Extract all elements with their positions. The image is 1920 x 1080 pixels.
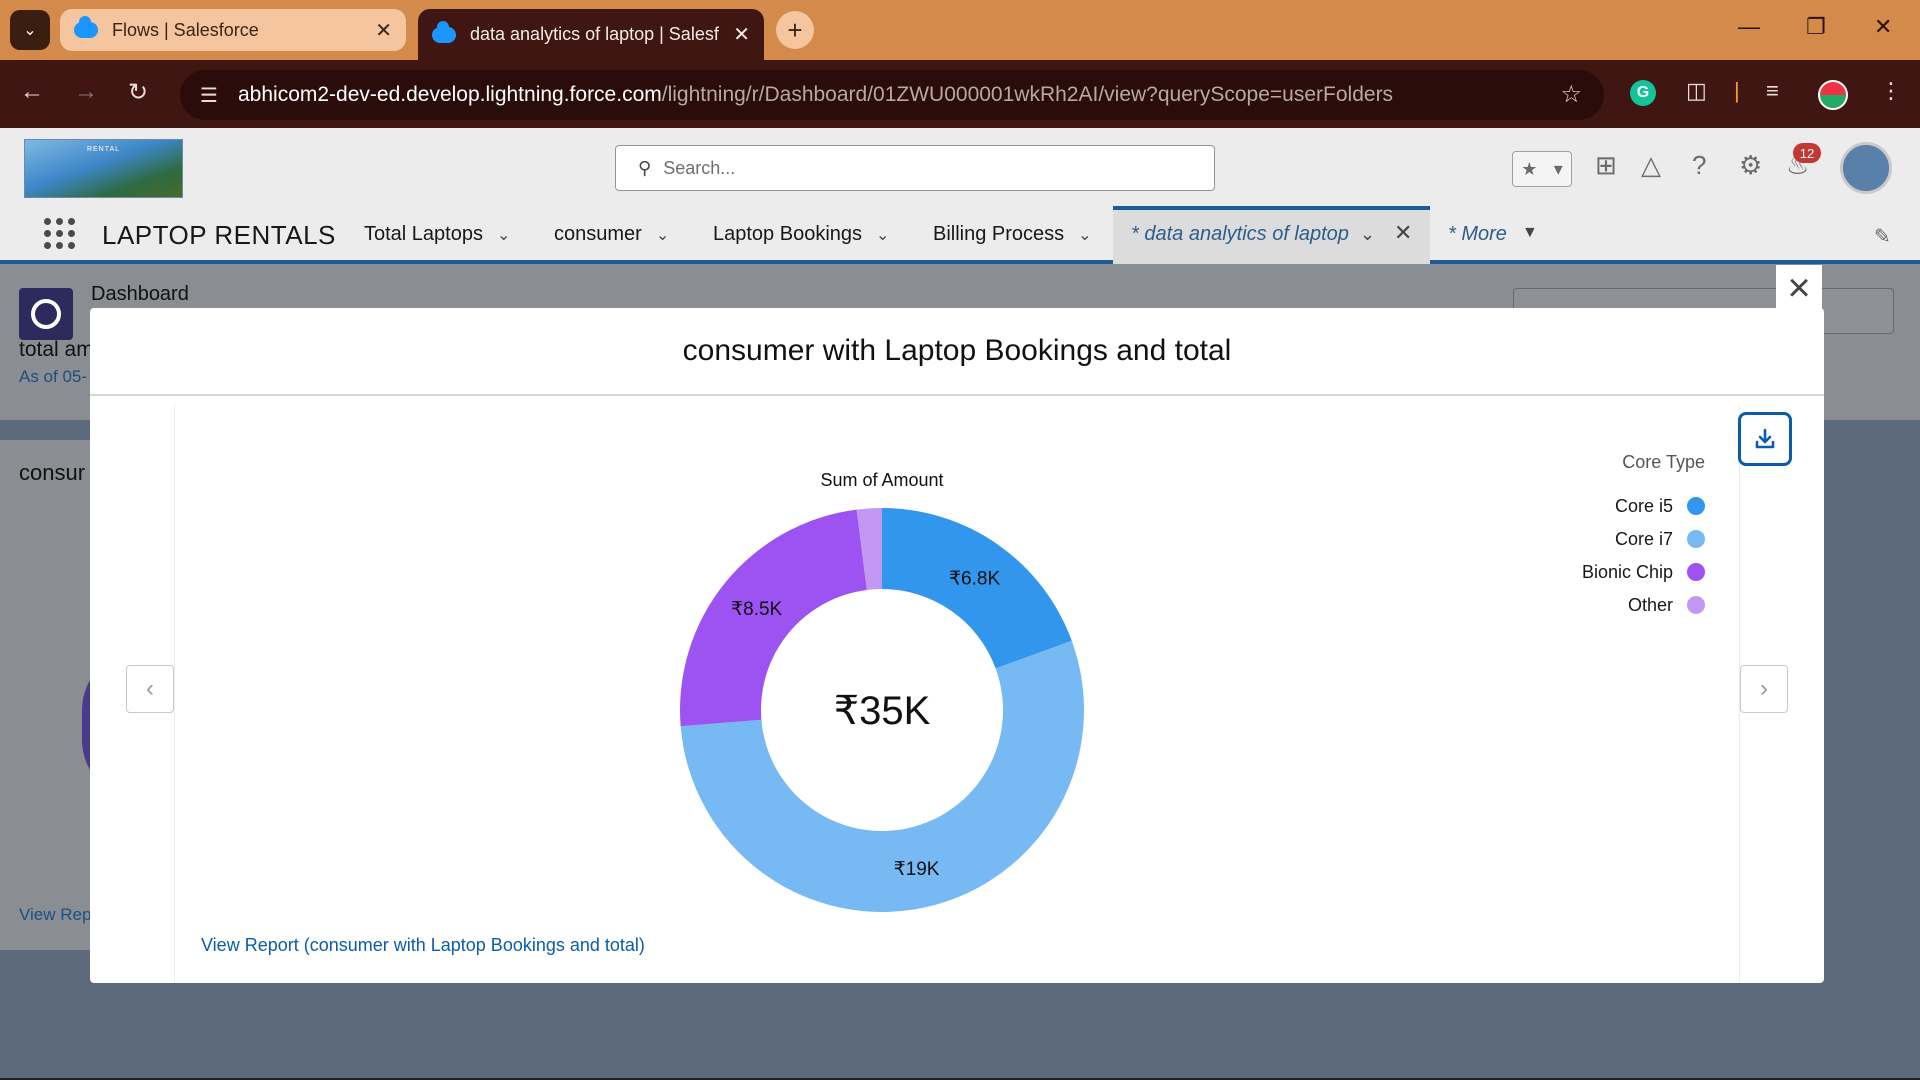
nav-item-billing-process[interactable]: Billing Process ⌄ [933,223,1092,246]
toolbar-divider: | [1734,78,1740,103]
reload-icon[interactable]: ↻ [128,78,148,107]
slice-data-label: ₹19K [894,859,940,880]
salesforce-cloud-icon [432,20,456,43]
legend-swatch [1687,530,1705,548]
dashboard-title: total am [19,338,94,361]
app-launcher-icon[interactable] [44,218,75,249]
close-tab-icon[interactable]: ✕ [375,18,392,43]
expanded-chart-modal: consumer with Laptop Bookings and total … [90,308,1824,983]
chevron-down-icon[interactable]: ⌄ [1360,224,1375,245]
browser-menu-icon[interactable]: ⋮ [1880,78,1902,104]
nav-item-laptop-bookings[interactable]: Laptop Bookings ⌄ [713,223,889,246]
org-logo[interactable]: RENTAL [24,139,183,198]
restore-icon[interactable]: ❐ [1806,14,1826,40]
dashboard-type-label: Dashboard [91,283,189,305]
site-info-icon[interactable]: ☰ [200,83,238,108]
chevron-down-icon: ▾ [1553,158,1563,179]
edit-nav-pencil-icon[interactable]: ✎ [1874,224,1891,249]
new-tab-button[interactable]: + [776,11,814,49]
favorites-button[interactable]: ★ ▾ [1512,151,1572,187]
chevron-down-icon: ⌄ [876,227,890,244]
global-actions-icon[interactable]: ⊞ [1595,150,1617,181]
notification-count-badge: 12 [1793,143,1821,163]
tab-title: data analytics of laptop | Salesf [470,24,719,44]
tab-search-menu-button[interactable]: ⌄ [10,10,50,50]
slice-data-label: ₹8.5K [731,599,783,620]
legend-title: Core Type [1622,452,1705,472]
global-search-input[interactable]: ⚲ Search... [615,145,1215,191]
search-placeholder: Search... [663,157,736,178]
view-report-link[interactable]: View Report (consumer with Laptop Bookin… [201,935,645,956]
dashboard-component-card [0,440,90,950]
nav-active-tab-label[interactable]: * data analytics of laptop [1131,223,1349,246]
dashboard-icon [19,288,73,340]
extensions-icon[interactable]: ◫ [1686,78,1707,104]
tab-title: Flows | Salesforce [112,19,259,40]
reading-list-icon[interactable]: ≡ [1766,78,1779,104]
chevron-down-icon: ⌄ [655,227,670,244]
chart-center-total: ₹35K [834,689,931,733]
legend-swatch [1687,497,1705,515]
dashboard-card-view-report-link[interactable]: View Rep [19,905,91,925]
grammarly-icon[interactable]: G [1630,80,1656,106]
legend-item-label: Bionic Chip [1582,562,1673,582]
dashboard-as-of: As of 05- [19,367,88,386]
dashboard-card-title: consur [19,460,86,485]
browser-tab-data-analytics[interactable]: data analytics of laptop | Salesf ✕ [418,9,764,60]
slice-data-label: ₹6.8K [949,569,1001,590]
forward-icon[interactable]: → [74,78,98,106]
close-icon: × [1787,266,1811,310]
star-icon: ★ [1521,158,1538,179]
nav-item-consumer[interactable]: consumer ⌄ [554,223,669,246]
back-icon[interactable]: ← [20,78,44,106]
setup-gear-icon[interactable]: ⚙ [1739,150,1762,181]
bookmark-star-icon[interactable]: ☆ [1560,80,1582,109]
app-name: LAPTOP RENTALS [102,220,336,250]
user-avatar[interactable] [1840,142,1892,194]
address-bar[interactable]: ☰ abhicom2-dev-ed.develop.lightning.forc… [180,70,1604,120]
close-tab-icon[interactable]: ✕ [1394,220,1412,246]
profile-avatar-icon[interactable] [1818,80,1848,110]
donut-chart: ₹6.8K ₹19K ₹8.5K Sum of Amount ₹35K Core Type… [679,452,1705,912]
caret-down-icon[interactable]: ▼ [1522,224,1538,242]
salesforce-cloud-icon [74,16,98,38]
nav-more[interactable]: * More [1448,223,1507,246]
chevron-down-icon: ⌄ [1078,227,1092,244]
url-text: abhicom2-dev-ed.develop.lightning.force.… [238,83,1394,106]
close-modal-button[interactable]: × [1776,265,1822,311]
legend-item-label: Other [1628,595,1673,615]
help-icon[interactable]: ? [1692,150,1706,181]
trailhead-icon[interactable]: △ [1641,150,1661,181]
close-window-icon[interactable]: ✕ [1874,14,1892,40]
search-icon: ⚲ [638,157,652,178]
browser-tab-flows[interactable]: Flows | Salesforce ✕ [60,9,406,51]
legend-item-label: Core i7 [1615,529,1673,549]
close-tab-icon[interactable]: ✕ [733,22,750,47]
chart-subtitle: Sum of Amount [820,470,943,490]
legend-item-label: Core i5 [1615,496,1673,516]
minimize-icon[interactable]: — [1738,14,1760,40]
nav-item-total-laptops[interactable]: Total Laptops ⌄ [364,223,510,246]
legend-swatch [1687,596,1705,614]
legend-swatch [1687,563,1705,581]
chevron-down-icon: ⌄ [496,227,511,244]
